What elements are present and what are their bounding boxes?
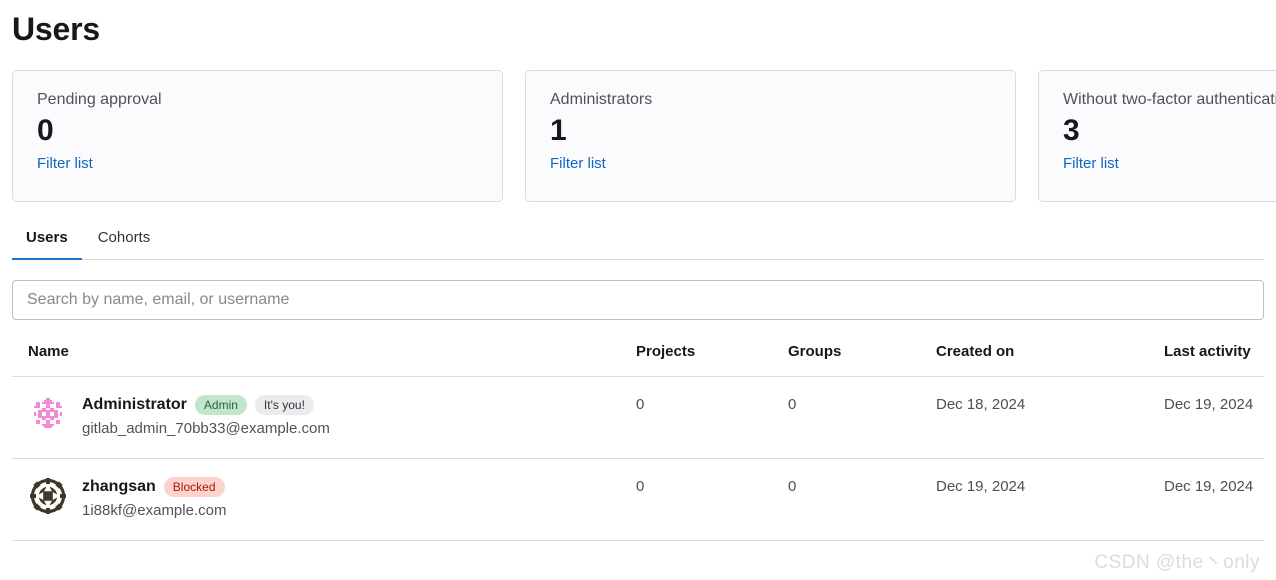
page-title: Users [12, 11, 100, 47]
cell-last-activity: Dec 19, 2024 [1164, 478, 1254, 495]
column-header-projects: Projects [636, 343, 696, 360]
stat-card-administrators: Administrators 1 Filter list [525, 70, 1016, 202]
stat-card-title: Without two-factor authentication [1063, 91, 1276, 108]
status-badge-admin: Admin [194, 395, 247, 415]
tab-cohorts[interactable]: Cohorts [82, 228, 167, 259]
column-header-name: Name [28, 343, 69, 360]
cell-groups: 0 [788, 396, 797, 413]
avatar[interactable] [28, 476, 68, 516]
table-row[interactable]: Administrator Admin It's you! gitlab_adm… [12, 377, 1264, 459]
column-header-last-activity: Last activity [1164, 343, 1251, 360]
tab-bar: Users Cohorts [12, 216, 1264, 260]
cell-last-activity: Dec 19, 2024 [1164, 396, 1254, 413]
stat-card-title: Administrators [550, 91, 653, 108]
user-name[interactable]: Administrator [82, 394, 187, 416]
stat-card-value: 1 [550, 114, 567, 147]
user-email: gitlab_admin_70bb33@example.com [82, 420, 330, 437]
cell-projects: 0 [636, 396, 645, 413]
user-info: zhangsan Blocked 1i88kf@example.com [82, 475, 226, 522]
table-header-row: Name Projects Groups Created on Last act… [12, 342, 1264, 377]
filter-list-link[interactable]: Filter list [37, 153, 93, 175]
user-name[interactable]: zhangsan [82, 476, 156, 498]
stat-card-title: Pending approval [37, 91, 162, 108]
users-table: Name Projects Groups Created on Last act… [12, 342, 1264, 541]
user-info: Administrator Admin It's you! gitlab_adm… [82, 393, 330, 440]
stat-card-without-two-factor-authentication: Without two-factor authentication 3 Filt… [1038, 70, 1276, 202]
status-badge-its-you: It's you! [254, 395, 314, 415]
column-header-groups: Groups [788, 343, 842, 360]
user-email: 1i88kf@example.com [82, 502, 227, 519]
users-admin-page: Users Pending approval 0 Filter list Adm… [0, 0, 1276, 580]
status-badge-blocked: Blocked [163, 477, 225, 497]
watermark: CSDN @the丶only [1094, 552, 1260, 573]
search-input[interactable] [12, 280, 1264, 320]
stat-card-value: 3 [1063, 114, 1080, 147]
user-name-cell: zhangsan Blocked 1i88kf@example.com [12, 475, 636, 522]
cell-groups: 0 [788, 478, 797, 495]
tab-users[interactable]: Users [12, 228, 82, 260]
stat-card-pending-approval: Pending approval 0 Filter list [12, 70, 503, 202]
stat-card-row: Pending approval 0 Filter list Administr… [12, 70, 1276, 202]
cell-created-on: Dec 19, 2024 [936, 478, 1026, 495]
stat-card-value: 0 [37, 114, 54, 147]
user-name-cell: Administrator Admin It's you! gitlab_adm… [12, 393, 636, 440]
column-header-created-on: Created on [936, 343, 1015, 360]
table-row[interactable]: zhangsan Blocked 1i88kf@example.com 0 0 … [12, 459, 1264, 541]
cell-projects: 0 [636, 478, 645, 495]
avatar[interactable] [28, 394, 68, 434]
search-bar [12, 280, 1264, 320]
filter-list-link[interactable]: Filter list [550, 153, 606, 175]
cell-created-on: Dec 18, 2024 [936, 396, 1026, 413]
filter-list-link[interactable]: Filter list [1063, 153, 1119, 175]
